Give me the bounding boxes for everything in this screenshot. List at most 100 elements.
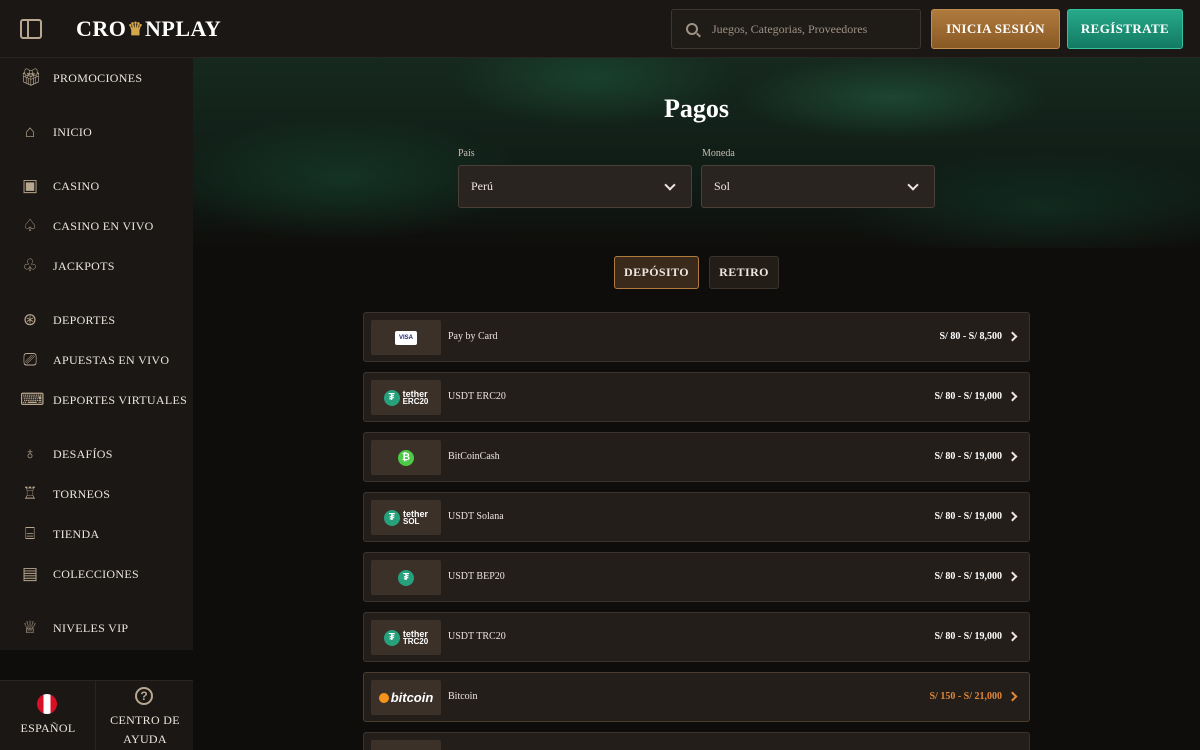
payment-method-name: Bitcoin — [448, 691, 478, 702]
sidebar-footer: ESPAÑOL ? CENTRO DE AYUDA — [0, 680, 193, 750]
sidebar-item-colecciones[interactable]: ▤ COLECCIONES — [0, 557, 193, 591]
sidebar-item-label: JACKPOTS — [53, 258, 115, 273]
top-bar: CRO♛NPLAY INICIA SESIÓN REGÍSTRATE — [0, 0, 1200, 58]
payment-method-row[interactable]: bitcoin Bitcoin S/ 150 - S/ 21,000 — [363, 672, 1030, 722]
crown-icon: ♛ — [127, 18, 145, 39]
payment-limits: S/ 80 - S/ 19,000 — [934, 571, 1002, 582]
sidebar-item-label: CASINO — [53, 178, 100, 193]
tether-icon: ₮ — [398, 569, 414, 586]
payment-method-row[interactable]: ₿ BitCoinCash S/ 80 - S/ 19,000 — [363, 432, 1030, 482]
sidebar-item-casino-en-vivo[interactable]: ♤ CASINO EN VIVO — [0, 209, 193, 243]
payment-method-name: USDT BEP20 — [448, 571, 505, 582]
payment-method-row[interactable]: ₮ tether ERC20 USDT ERC20 S/ 80 - S/ 19,00… — [363, 372, 1030, 422]
country-select[interactable]: Perú — [458, 165, 692, 208]
gift-icon: 🎁︎ — [20, 68, 42, 87]
tether-icon: ₮ — [383, 509, 400, 526]
sidebar-item-label: TORNEOS — [53, 486, 111, 501]
sidebar-item-label: TIENDA — [53, 526, 100, 541]
sidebar-item-desafios[interactable]: ♁ DESAFÍOS — [0, 437, 193, 471]
trophy-icon: ♖ — [22, 484, 38, 503]
sidebar-item-deportes[interactable]: ⊛ DEPORTES — [0, 303, 193, 337]
sidebar-item-label: NIVELES VIP — [53, 620, 129, 635]
chevron-down-icon — [907, 179, 919, 191]
payment-logo — [371, 740, 441, 750]
payment-method-row[interactable]: ₮ USDT BEP20 S/ 80 - S/ 19,000 — [363, 552, 1030, 602]
help-center-label: CENTRO DE AYUDA — [110, 713, 180, 746]
tab-deposito[interactable]: DEPÓSITO — [614, 256, 699, 289]
tether-bep20-logo: ₮ — [371, 560, 441, 595]
badge-icon: ♁ — [23, 444, 37, 463]
search-icon — [686, 23, 698, 35]
language-label: ESPAÑOL — [20, 721, 76, 735]
currency-value: Sol — [714, 179, 731, 193]
bitcoin-logo: bitcoin — [371, 680, 441, 715]
search-box[interactable] — [671, 9, 921, 49]
live-camera-icon: ⎚ — [23, 350, 37, 369]
chevron-right-icon — [1007, 571, 1018, 582]
clover-icon: ♧ — [22, 256, 38, 275]
chevron-right-icon — [1007, 511, 1018, 522]
payment-method-name: USDT TRC20 — [448, 631, 506, 642]
gamepad-icon: ⌨ — [20, 390, 45, 409]
crown-icon: ♕ — [22, 618, 38, 637]
spade-icon: ♤ — [22, 216, 38, 235]
search-input[interactable] — [712, 21, 902, 37]
store-icon: ⌸ — [24, 524, 36, 543]
sidebar-item-casino[interactable]: ▣ CASINO — [0, 169, 193, 203]
sidebar-item-jackpots[interactable]: ♧ JACKPOTS — [0, 249, 193, 283]
logo[interactable]: CRO ♛ NPLAY — [76, 16, 221, 42]
sidebar-toggle-icon[interactable] — [20, 19, 42, 39]
sidebar-item-tienda[interactable]: ⌸ TIENDA — [0, 517, 193, 551]
currency-label: Moneda — [702, 148, 735, 159]
page-title: Pagos — [664, 94, 729, 123]
tether-icon: ₮ — [383, 389, 400, 406]
country-label: País — [458, 148, 475, 159]
tab-retiro[interactable]: RETIRO — [709, 256, 779, 289]
sidebar-item-label: CASINO EN VIVO — [53, 218, 154, 233]
sidebar-item-torneos[interactable]: ♖ TORNEOS — [0, 477, 193, 511]
sidebar-item-promociones[interactable]: 🎁︎ PROMOCIONES — [0, 61, 193, 95]
sidebar: 🎁︎ PROMOCIONES ⌂ INICIO ▣ CASINO ♤ CASIN… — [0, 58, 193, 650]
chevron-right-icon — [1007, 391, 1018, 402]
payment-method-name: USDT ERC20 — [448, 391, 506, 402]
tether-icon: ₮ — [383, 629, 400, 646]
chevron-right-icon — [1007, 331, 1018, 342]
payment-limits: S/ 80 - S/ 19,000 — [934, 391, 1002, 402]
tether-trc20-logo: ₮ tether TRC20 — [371, 620, 441, 655]
chevron-right-icon — [1007, 691, 1018, 702]
register-button[interactable]: REGÍSTRATE — [1067, 9, 1183, 49]
login-button[interactable]: INICIA SESIÓN — [931, 9, 1060, 49]
sidebar-item-label: PROMOCIONES — [53, 70, 143, 85]
sidebar-item-niveles-vip[interactable]: ♕ NIVELES VIP — [0, 611, 193, 645]
tether-erc20-logo: ₮ tether ERC20 — [371, 380, 441, 415]
language-selector[interactable]: ESPAÑOL — [0, 681, 96, 750]
ball-icon: ⊛ — [22, 310, 38, 329]
payment-limits: S/ 80 - S/ 19,000 — [934, 511, 1002, 522]
sidebar-item-label: INICIO — [53, 124, 93, 139]
payment-limits: S/ 150 - S/ 21,000 — [929, 691, 1002, 702]
bitcoin-cash-logo: ₿ — [371, 440, 441, 475]
help-center-link[interactable]: ? CENTRO DE AYUDA — [97, 681, 193, 750]
country-value: Perú — [471, 179, 493, 193]
payment-method-name: Pay by Card — [448, 331, 498, 342]
payment-method-row[interactable] — [363, 732, 1030, 750]
currency-select[interactable]: Sol — [701, 165, 935, 208]
logo-text-left: CRO — [76, 16, 127, 41]
payment-method-row[interactable]: ₮ tether TRC20 USDT TRC20 S/ 80 - S/ 19,00… — [363, 612, 1030, 662]
payment-method-row[interactable]: VISA Pay by Card S/ 80 - S/ 8,500 — [363, 312, 1030, 362]
sidebar-item-inicio[interactable]: ⌂ INICIO — [0, 115, 193, 149]
home-icon: ⌂ — [24, 122, 36, 141]
chevron-down-icon — [664, 179, 676, 191]
payment-limits: S/ 80 - S/ 8,500 — [939, 331, 1002, 342]
card-icon: VISA — [389, 330, 417, 348]
payment-method-name: USDT Solana — [448, 511, 504, 522]
bitcoin-cash-icon: ₿ — [398, 449, 414, 466]
peru-flag-icon — [37, 694, 57, 714]
sidebar-item-deportes-virtuales[interactable]: ⌨ DEPORTES VIRTUALES — [0, 383, 193, 417]
sidebar-item-label: DEPORTES — [53, 312, 116, 327]
sidebar-item-label: DESAFÍOS — [53, 446, 113, 461]
payment-limits: S/ 80 - S/ 19,000 — [934, 631, 1002, 642]
sidebar-item-apuestas-en-vivo[interactable]: ⎚ APUESTAS EN VIVO — [0, 343, 193, 377]
payment-method-row[interactable]: ₮ tether SOL USDT Solana S/ 80 - S/ 19,000 — [363, 492, 1030, 542]
hero-banner — [193, 58, 1200, 248]
